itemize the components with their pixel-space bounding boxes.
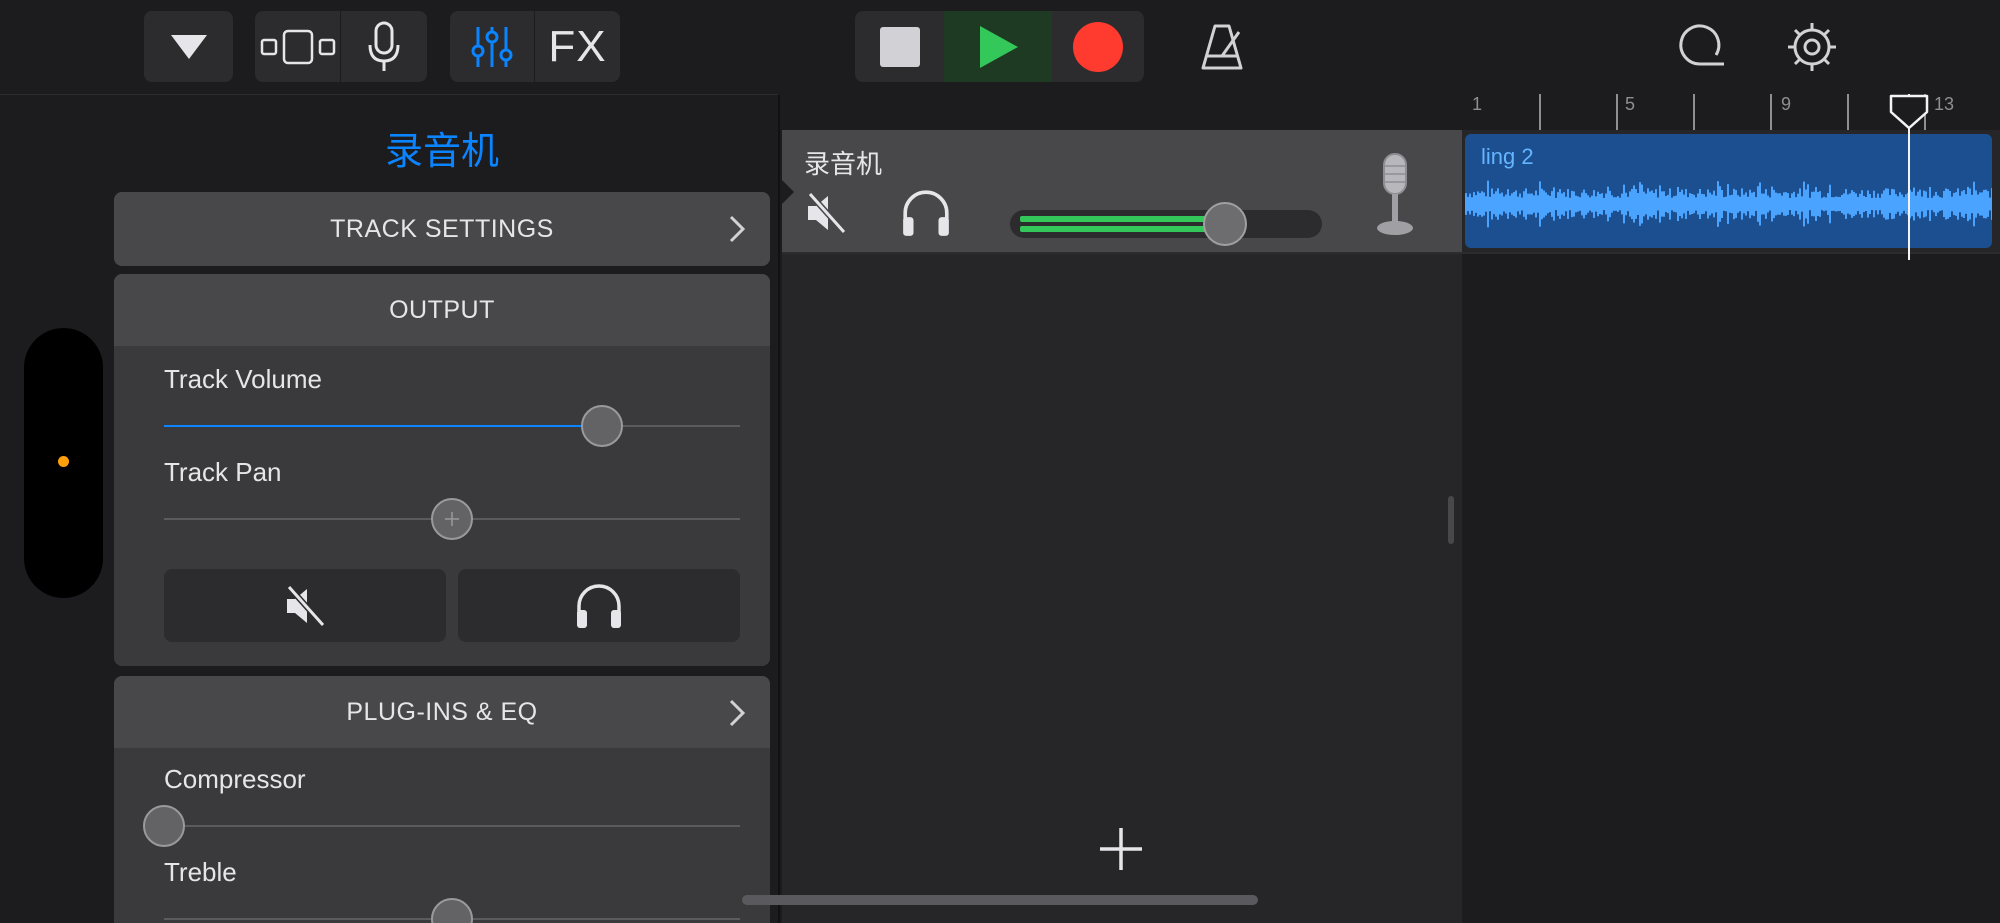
pan-center-icon xyxy=(445,512,459,526)
chevron-right-icon xyxy=(728,214,746,251)
track-volume-mini-thumb[interactable] xyxy=(1203,202,1247,246)
loop-browser-button[interactable] xyxy=(1668,11,1732,82)
track-mute-button[interactable] xyxy=(804,190,848,241)
mixer-button[interactable] xyxy=(450,11,534,82)
speaker-muted-icon xyxy=(283,583,327,629)
loop-icon xyxy=(1672,22,1728,72)
tracks-view-button[interactable] xyxy=(255,11,340,82)
plugins-eq-header[interactable]: PLUG-INS & EQ xyxy=(114,676,770,748)
garageband-tracks-view: FX 录音机 TRACK SETTINGS OUTPUT Track Volum… xyxy=(0,0,2000,923)
side-scroll-control[interactable] xyxy=(24,328,103,598)
plugins-eq-label: PLUG-INS & EQ xyxy=(346,697,538,726)
indicator-dot xyxy=(58,456,69,467)
home-indicator xyxy=(742,895,1258,905)
level-meter-left xyxy=(1020,216,1209,222)
headphones-icon xyxy=(574,582,624,630)
playhead-handle[interactable] xyxy=(1889,94,1929,135)
stop-button[interactable] xyxy=(855,11,944,82)
track-solo-button[interactable] xyxy=(900,188,952,243)
transport-group xyxy=(855,11,1144,82)
timeline: 1 5 9 13 ling 2 xyxy=(1462,94,2000,923)
treble-slider[interactable] xyxy=(164,898,740,923)
region-name: ling 2 xyxy=(1481,144,1534,169)
track-settings-label: TRACK SETTINGS xyxy=(330,214,554,243)
mute-button[interactable] xyxy=(164,569,446,642)
fx-button[interactable]: FX xyxy=(535,11,620,82)
track-volume-label: Track Volume xyxy=(164,364,322,394)
track-volume-mini-slider[interactable] xyxy=(1010,202,1322,246)
gear-icon xyxy=(1786,21,1838,73)
control-bar: FX xyxy=(0,0,2000,94)
resize-handle[interactable] xyxy=(1448,496,1454,544)
selection-notch xyxy=(780,178,794,206)
fx-label: FX xyxy=(548,21,607,71)
record-icon xyxy=(1072,21,1124,73)
waveform xyxy=(1465,180,1992,228)
track-inspector: 录音机 TRACK SETTINGS OUTPUT Track Volume T… xyxy=(0,94,780,923)
ruler-number: 9 xyxy=(1781,94,1792,114)
treble-label: Treble xyxy=(164,857,237,887)
tracks-view-icon xyxy=(260,29,336,65)
plus-icon xyxy=(1098,828,1144,876)
audio-recorder-icon xyxy=(1372,152,1418,243)
headphones-icon xyxy=(900,190,952,242)
chevron-right-icon xyxy=(728,698,746,735)
track-volume-fill xyxy=(164,425,602,427)
metronome-icon xyxy=(1197,22,1247,72)
play-icon xyxy=(976,24,1020,70)
microphone-icon xyxy=(366,21,402,73)
plugins-eq-panel: PLUG-INS & EQ Compressor Treble xyxy=(114,676,770,923)
ruler-tick xyxy=(1847,94,1849,130)
ruler-tick xyxy=(1693,94,1695,130)
tracks-area: 录音机 xyxy=(780,94,1462,923)
audio-region[interactable]: ling 2 xyxy=(1465,134,1992,248)
mixer-sliders-icon xyxy=(470,25,514,69)
ruler-number: 1 xyxy=(1472,94,1483,114)
view-group xyxy=(255,11,427,82)
level-meter-right xyxy=(1020,226,1209,232)
ruler-number: 5 xyxy=(1625,94,1636,114)
treble-thumb[interactable] xyxy=(431,898,473,923)
settings-button[interactable] xyxy=(1780,11,1844,82)
track-pan-thumb[interactable] xyxy=(431,498,473,540)
track-lane: ling 2 xyxy=(1462,130,2000,254)
track-pan-label: Track Pan xyxy=(164,457,282,487)
ruler-tick xyxy=(1616,94,1618,130)
output-label: OUTPUT xyxy=(389,295,495,324)
track-header[interactable]: 录音机 xyxy=(780,130,1462,254)
track-pan-slider[interactable] xyxy=(164,498,740,540)
compressor-slider[interactable] xyxy=(143,805,740,847)
ruler-tick xyxy=(1539,94,1541,130)
speaker-muted-icon xyxy=(804,191,848,240)
browser-button[interactable] xyxy=(144,11,233,82)
track-name: 录音机 xyxy=(804,149,883,179)
solo-button[interactable] xyxy=(458,569,740,642)
track-settings-header: TRACK SETTINGS xyxy=(114,192,770,266)
output-panel: OUTPUT Track Volume Track Pan xyxy=(114,274,770,666)
stop-icon xyxy=(879,26,921,68)
ruler-tick xyxy=(1770,94,1772,130)
metronome-button[interactable] xyxy=(1190,11,1254,82)
browser-group xyxy=(144,11,233,82)
add-track-button[interactable] xyxy=(1098,826,1144,877)
ruler-corner xyxy=(782,94,1462,130)
instrument-button[interactable] xyxy=(341,11,427,82)
record-button[interactable] xyxy=(1052,11,1144,82)
triangle-down-icon xyxy=(169,33,209,61)
track-settings-row[interactable]: TRACK SETTINGS xyxy=(114,192,770,266)
track-volume-slider[interactable] xyxy=(164,405,740,447)
compressor-label: Compressor xyxy=(164,764,306,794)
output-header: OUTPUT xyxy=(114,274,770,346)
compressor-thumb[interactable] xyxy=(143,805,185,847)
ruler-number: 13 xyxy=(1934,94,1955,114)
track-volume-thumb[interactable] xyxy=(580,405,623,447)
inspector-title: 录音机 xyxy=(384,131,499,173)
mix-group: FX xyxy=(450,11,620,82)
play-button[interactable] xyxy=(944,11,1052,82)
